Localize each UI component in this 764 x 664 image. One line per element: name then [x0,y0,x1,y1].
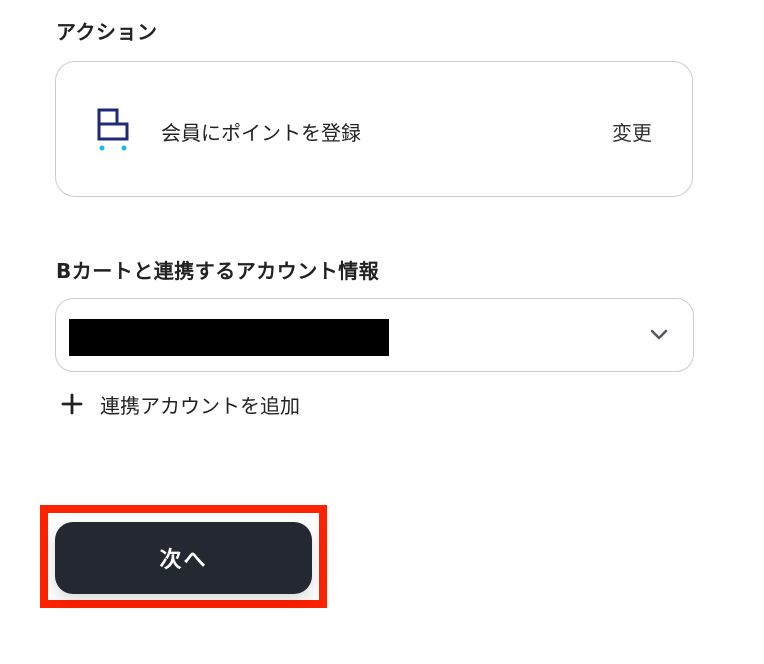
chevron-down-icon [650,329,668,340]
action-card: 会員にポイントを登録 変更 [55,61,693,197]
bcart-logo-icon [97,108,129,151]
page: アクション 会員にポイントを登録 変更 Bカートと連携するアカウント情報 連携ア… [0,0,764,664]
account-select[interactable] [55,298,694,372]
action-section-label: アクション [56,20,158,44]
plus-icon [61,393,83,415]
next-button[interactable]: 次へ [55,522,312,594]
change-button[interactable]: 変更 [612,117,652,146]
add-account-button[interactable]: 連携アカウントを追加 [60,388,300,420]
account-section-label: Bカートと連携するアカウント情報 [56,259,380,283]
redacted-account-value [69,319,389,356]
action-title: 会員にポイントを登録 [161,121,361,145]
add-account-label: 連携アカウントを追加 [100,393,300,418]
